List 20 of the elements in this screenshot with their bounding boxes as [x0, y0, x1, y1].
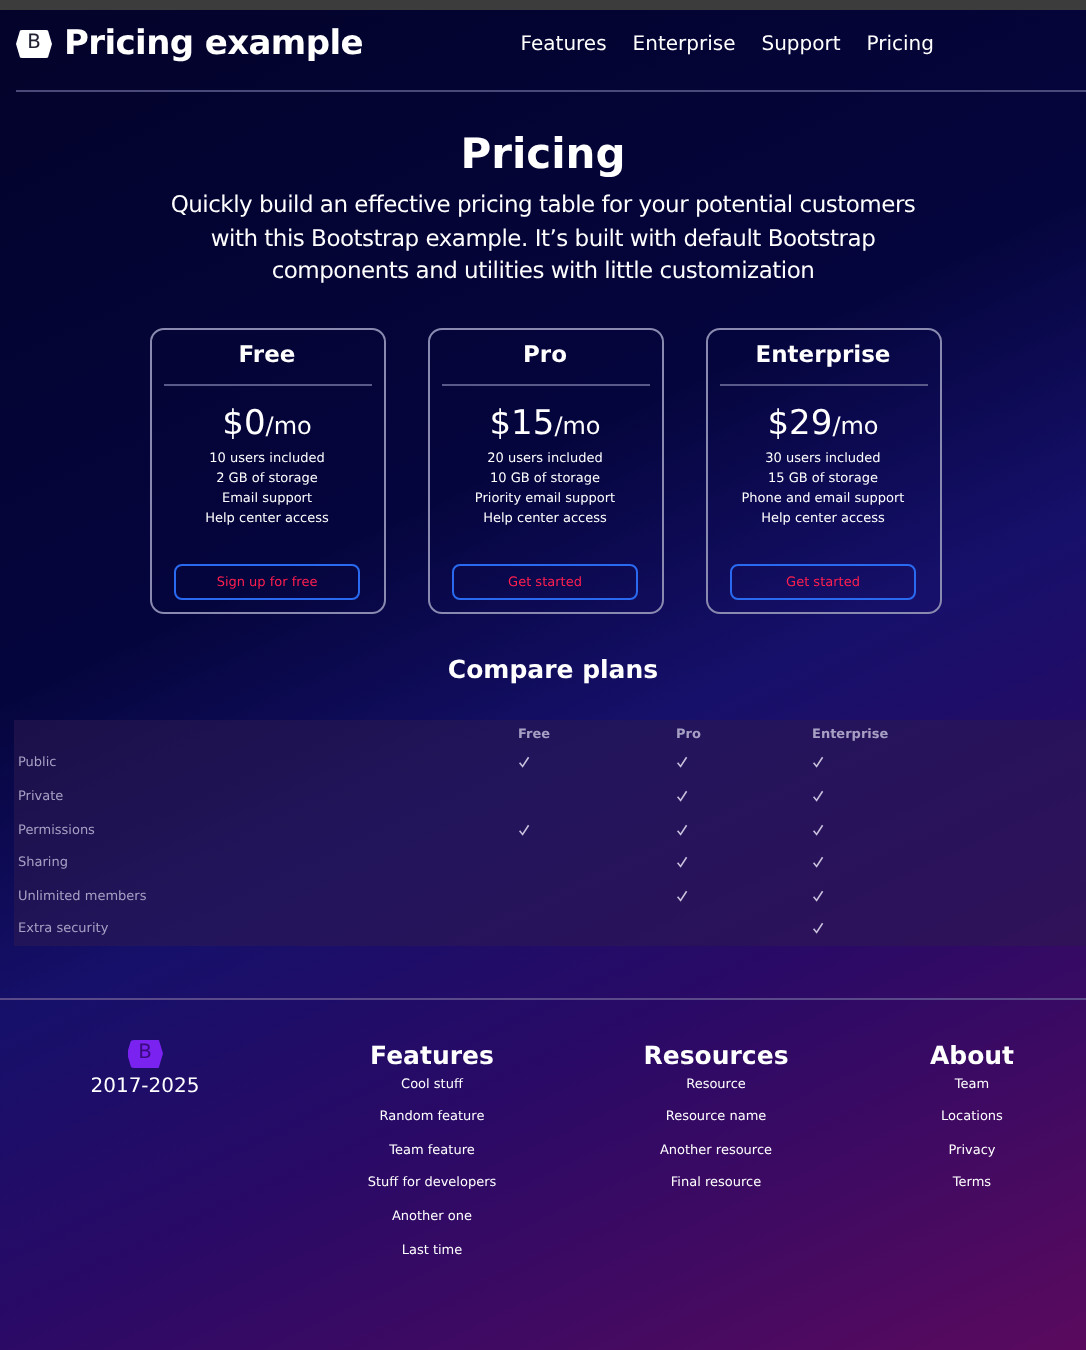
- logo-icon: B: [127, 1039, 163, 1068]
- plan-price: $0/mo: [222, 404, 312, 445]
- section-heading: Compare plans: [445, 654, 661, 685]
- plan-price: $15/mo: [489, 404, 601, 445]
- footer-heading: Features: [370, 1039, 494, 1072]
- plan-name: Enterprise: [719, 330, 927, 387]
- plan-name: Pro: [441, 330, 649, 387]
- lead-text: Quickly build an effective pricing table for your potential customers with this Bootstrap example. It’s built with default Bootstrap components and utilities with little customization: [168, 188, 918, 289]
- nav-link[interactable]: Support: [761, 33, 841, 55]
- nav-link[interactable]: Enterprise: [632, 33, 736, 55]
- nav-link[interactable]: Pricing: [866, 33, 934, 55]
- nav-link[interactable]: Features: [520, 33, 607, 55]
- logo-icon: B: [16, 29, 52, 59]
- footer-heading: Resources: [643, 1039, 789, 1072]
- page-heading: Pricing: [458, 130, 628, 178]
- site-title: Pricing example: [64, 24, 363, 64]
- footer-heading: About: [929, 1039, 1015, 1072]
- plan-price: $29/mo: [767, 404, 879, 445]
- copyright-years: 2017-2025: [90, 1075, 200, 1098]
- plan-name: Free: [163, 330, 371, 387]
